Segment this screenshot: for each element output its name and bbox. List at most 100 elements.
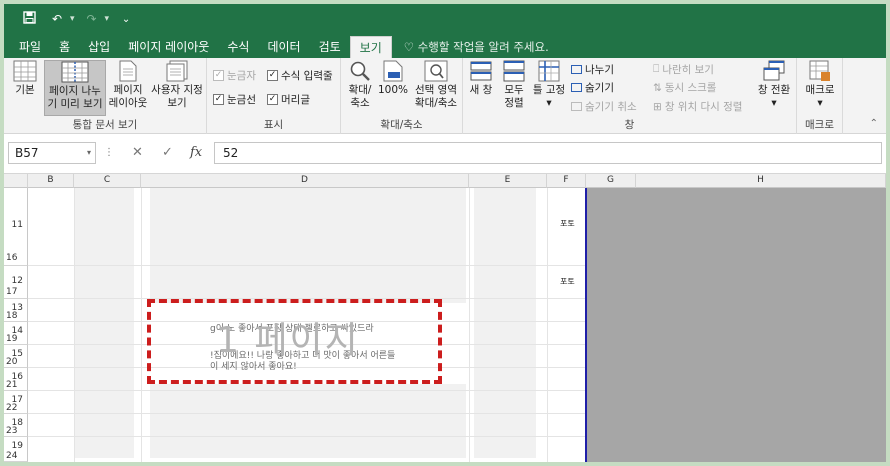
undo-dropdown-icon[interactable]: ▾ xyxy=(70,14,75,24)
page-break-line[interactable] xyxy=(585,188,587,462)
formula-bar-check-icon: ✓ xyxy=(267,70,278,81)
hide-icon xyxy=(571,83,582,92)
tab-review[interactable]: 검토 xyxy=(310,36,350,58)
save-icon[interactable] xyxy=(18,11,40,27)
page-area-d-bottom xyxy=(150,384,466,458)
gridline xyxy=(28,413,586,414)
column-header-h[interactable]: H xyxy=(636,174,886,188)
row-header[interactable]: 12 17 xyxy=(4,266,28,299)
column-header-g[interactable]: G xyxy=(586,174,636,188)
group-zoom: 확대/ 축소 100% 선택 영역 확대/축소 확대/축소 xyxy=(341,58,463,134)
row-header[interactable]: 13 18 xyxy=(4,299,28,322)
view-side-by-side-button[interactable]: ⎕ 나란히 보기 xyxy=(653,62,714,77)
macro-dropdown-icon: ▾ xyxy=(817,97,823,109)
page-area-e xyxy=(474,188,536,458)
unhide-button[interactable]: 숨기기 취소 xyxy=(571,99,637,114)
formula-input[interactable]: 52 xyxy=(214,142,882,164)
name-box-dropdown-icon[interactable]: ▾ xyxy=(87,143,91,163)
zoom-to-selection-button[interactable]: 선택 영역 확대/축소 xyxy=(411,60,461,110)
tab-page-layout[interactable]: 페이지 레이아웃 xyxy=(119,36,218,58)
tell-me-text: 수행할 작업을 알려 주세요. xyxy=(417,40,549,54)
arrange-all-button[interactable]: 모두 정렬 xyxy=(499,60,529,110)
cancel-icon[interactable]: ✕ xyxy=(132,142,143,164)
non-print-area xyxy=(586,188,886,462)
custom-views-icon xyxy=(166,60,188,82)
cell-f-photo[interactable]: 포토 xyxy=(560,218,575,229)
page-area-d-top xyxy=(150,188,466,303)
zoom-selection-icon xyxy=(424,60,448,82)
sync-scroll-icon: ⇅ xyxy=(653,81,662,94)
cell-f-photo[interactable]: 포토 xyxy=(560,276,575,287)
macros-button[interactable]: 매크로 ▾ xyxy=(801,60,839,110)
column-header-f[interactable]: F xyxy=(547,174,586,188)
side-by-side-icon: ⎕ xyxy=(653,63,660,75)
gridline xyxy=(28,436,586,437)
highlight-annotation xyxy=(147,299,442,384)
gridline xyxy=(28,390,586,391)
freeze-panes-button[interactable]: 틀 고정 ▾ xyxy=(531,60,567,110)
row-header[interactable]: 11 16 xyxy=(4,188,28,266)
name-box[interactable]: B57 ▾ xyxy=(8,142,96,164)
zoom-100-icon xyxy=(383,60,403,82)
tab-insert[interactable]: 삽입 xyxy=(79,36,119,58)
column-header-b[interactable]: B xyxy=(28,174,74,188)
synchronous-scrolling-button[interactable]: ⇅ 동시 스크롤 xyxy=(653,80,716,95)
hide-button[interactable]: 숨기기 xyxy=(571,80,614,95)
normal-view-button[interactable]: 기본 xyxy=(10,60,40,97)
switch-windows-button[interactable]: 창 전환 ▾ xyxy=(755,60,793,110)
formula-bar: B57 ▾ ⋮ ✕ ✓ fx 52 xyxy=(4,134,886,174)
gridlines-checkbox[interactable]: ✓ 눈금선 xyxy=(213,92,256,107)
insert-function-icon[interactable]: fx xyxy=(190,142,202,164)
page-layout-icon xyxy=(119,60,137,82)
row-header[interactable]: 17 22 xyxy=(4,391,28,414)
formula-bar-resize-icon[interactable]: ⋮ xyxy=(104,142,114,164)
split-button[interactable]: 나누기 xyxy=(571,62,614,77)
gridline xyxy=(141,188,142,462)
custom-views-button[interactable]: 사용자 지정 보기 xyxy=(149,60,205,110)
zoom-button[interactable]: 확대/ 축소 xyxy=(345,60,375,110)
tab-view[interactable]: 보기 xyxy=(349,36,392,58)
freeze-panes-icon xyxy=(538,60,560,82)
tab-formulas[interactable]: 수식 xyxy=(218,36,258,58)
headings-checkbox[interactable]: ✓ 머리글 xyxy=(267,92,310,107)
row-header[interactable]: 18 23 xyxy=(4,414,28,437)
new-window-button[interactable]: 새 창 xyxy=(467,60,495,97)
enter-icon[interactable]: ✓ xyxy=(162,142,173,164)
collapse-ribbon-icon[interactable]: ⌃ xyxy=(870,118,878,129)
group-label-show: 표시 xyxy=(263,119,284,131)
ruler-check-icon: ✓ xyxy=(213,70,224,81)
tab-file[interactable]: 파일 xyxy=(10,36,50,58)
group-macros: 매크로 ▾ 매크로 xyxy=(797,58,843,134)
tab-home[interactable]: 홈 xyxy=(50,36,79,58)
page-break-preview-button[interactable]: 페이지 나누 기 미리 보기 xyxy=(44,60,106,116)
quick-access-toolbar: ↶ ▾ ↷ ▾ ⌄ xyxy=(4,4,886,34)
column-header-d[interactable]: D xyxy=(141,174,469,188)
zoom-100-button[interactable]: 100% xyxy=(377,60,409,97)
tab-data[interactable]: 데이터 xyxy=(258,36,309,58)
gridline xyxy=(469,188,470,462)
row-header[interactable]: 16 21 xyxy=(4,368,28,391)
lightbulb-icon: ♡ xyxy=(403,40,415,54)
select-all-corner[interactable] xyxy=(4,174,28,188)
split-icon xyxy=(571,65,582,74)
reset-position-icon: ⊞ xyxy=(653,100,662,113)
worksheet-grid[interactable]: B C D E F G H 11 16 12 17 13 18 14 19 15… xyxy=(4,174,886,462)
customize-qat-icon[interactable]: ⌄ xyxy=(115,14,137,25)
column-header-e[interactable]: E xyxy=(469,174,547,188)
reset-window-position-button[interactable]: ⊞ 창 위치 다시 정렬 xyxy=(653,99,742,114)
page-layout-view-button[interactable]: 페이지 레이아웃 xyxy=(108,60,148,110)
redo-dropdown-icon[interactable]: ▾ xyxy=(105,14,110,24)
row-header[interactable]: 15 20 xyxy=(4,345,28,368)
formula-bar-checkbox[interactable]: ✓ 수식 입력줄 xyxy=(267,68,333,83)
undo-icon[interactable]: ↶ xyxy=(46,12,68,26)
gridline xyxy=(28,265,586,266)
excel-window: ↶ ▾ ↷ ▾ ⌄ 파일 홈 삽입 페이지 레이아웃 수식 데이터 검토 보기 … xyxy=(4,4,886,462)
row-header[interactable]: 19 24 xyxy=(4,437,28,462)
tell-me-search[interactable]: ♡ 수행할 작업을 알려 주세요. xyxy=(392,36,549,58)
redo-icon[interactable]: ↷ xyxy=(81,12,103,26)
row-header[interactable]: 14 19 xyxy=(4,322,28,345)
ruler-checkbox[interactable]: ✓ 눈금자 xyxy=(213,68,256,83)
ribbon-tabs: 파일 홈 삽입 페이지 레이아웃 수식 데이터 검토 보기 ♡ 수행할 작업을 … xyxy=(4,34,886,58)
group-workbook-views: 기본 페이지 나누 기 미리 보기 페이지 레이아웃 사용자 지정 보기 통합 … xyxy=(4,58,207,134)
column-header-c[interactable]: C xyxy=(74,174,141,188)
